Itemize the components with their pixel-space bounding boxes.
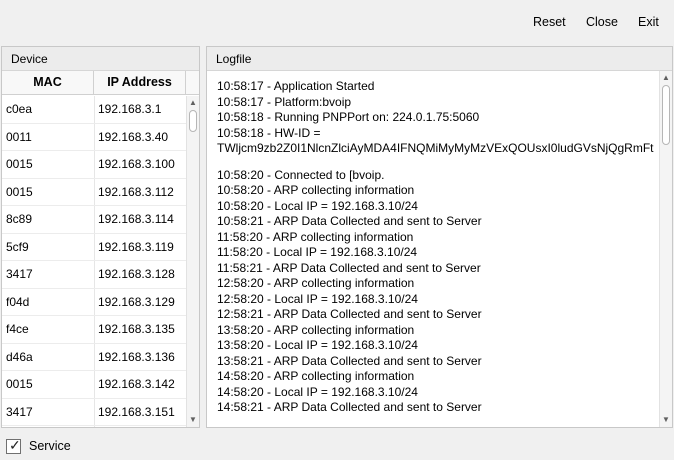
mac-cell: 8c89 — [6, 212, 33, 226]
log-line: 10:58:20 - ARP collecting information — [217, 183, 415, 197]
ip-cell: 192.168.3.119 — [98, 239, 174, 254]
ip-cell: 192.168.3.128 — [98, 267, 175, 281]
mac-cell: 0015 — [6, 377, 33, 391]
toolbar: Reset Close Exit — [0, 0, 674, 44]
mac-cell: f04d — [6, 294, 30, 309]
table-row[interactable]: f04d 192.168.3.129 — [2, 289, 186, 316]
scroll-down-icon[interactable]: ▼ — [187, 413, 199, 427]
log-line: 11:58:20 - ARP collecting information — [217, 229, 414, 244]
mac-cell: f4ce — [6, 322, 29, 336]
service-checkbox[interactable]: ✓ — [6, 436, 21, 454]
log-line: 10:58:17 - Application Started — [217, 79, 375, 93]
ip-cell: 192.168.3.114 — [98, 212, 174, 226]
log-line: 10:58:18 - Running PNPPort on: 224.0.1.7… — [217, 110, 480, 124]
log-line: 11:58:21 - ARP Data Collected and sent t… — [217, 260, 481, 275]
log-line: 14:58:20 - ARP collecting information — [217, 369, 415, 383]
table-row[interactable]: 5cf9 192.168.3.119 — [2, 234, 186, 261]
table-row[interactable]: 0015 192.168.3.100 — [2, 151, 186, 179]
log-line: 10:58:21 - ARP Data Collected and sent t… — [217, 214, 482, 228]
table-row[interactable]: 0015 192.168.3.142 — [2, 371, 186, 399]
ip-cell: 192.168.3.112 — [98, 184, 174, 199]
log-line: 13:58:20 - ARP collecting information — [217, 322, 415, 337]
table-row[interactable]: 0015 192.168.3.112 — [2, 179, 186, 206]
ip-cell: 192.168.3.136 — [98, 349, 175, 364]
log-line: 12:58:20 - Local IP = 192.168.3.10/24 — [217, 291, 418, 306]
mac-cell: 3417 — [6, 267, 33, 281]
reset-button[interactable]: Reset — [533, 15, 566, 29]
ip-cell: 192.168.3.129 — [98, 294, 175, 309]
log-line: 14:58:21 - ARP Data Collected and sent t… — [217, 400, 482, 414]
ip-column-header[interactable]: IP Address — [94, 71, 186, 95]
log-scroll-thumb[interactable] — [662, 85, 670, 145]
mac-cell: d46a — [6, 349, 33, 364]
log-line: 12:58:21 - ARP Data Collected and sent t… — [217, 307, 482, 321]
checkmark-icon: ✓ — [9, 436, 21, 453]
scroll-up-icon[interactable]: ▲ — [660, 71, 672, 85]
ip-cell: 192.168.3.1 — [98, 102, 162, 116]
mac-cell: 0011 — [6, 129, 32, 144]
table-row[interactable]: 3417 192.168.3.151 — [2, 399, 186, 426]
scroll-up-icon[interactable]: ▲ — [187, 96, 199, 110]
device-table-header: MAC IP Address — [2, 71, 199, 95]
ip-cell: 192.168.3.40 — [98, 129, 169, 144]
table-row[interactable]: 3417 192.168.3.128 — [2, 261, 186, 289]
logfile-panel: Logfile 10:58:17 - Application Started 10… — [206, 46, 673, 428]
scroll-down-icon[interactable]: ▼ — [660, 413, 672, 427]
log-text-area[interactable]: 10:58:17 - Application Started 10:58:17 -… — [217, 79, 657, 425]
mac-cell: 0015 — [6, 184, 33, 199]
log-line: 10:58:18 - HW-ID = — [217, 125, 321, 140]
mac-cell: 5cf9 — [6, 239, 29, 254]
mac-cell: 3417 — [6, 404, 33, 419]
mac-cell: 0015 — [6, 157, 33, 171]
mac-cell: c0ea — [6, 102, 33, 116]
log-line: 13:58:21 - ARP Data Collected and sent t… — [217, 353, 482, 368]
logfile-panel-title: Logfile — [207, 47, 672, 71]
device-panel-title: Device — [2, 47, 199, 71]
device-table-body: c0ea 192.168.3.1 0011 192.168.3.40 0015 192.1… — [2, 96, 186, 427]
log-line: 10:58:17 - Platform:bvoip — [217, 94, 352, 109]
log-line: TWljcm9zb2Z0I1NlcnZlciAyMDA4IFNQMiMyMyMz… — [217, 141, 654, 155]
table-row[interactable]: 8c89 192.168.3.114 — [2, 206, 186, 234]
ip-cell: 192.168.3.142 — [98, 377, 175, 391]
ip-cell: 192.168.3.135 — [98, 322, 175, 336]
device-panel: Device MAC IP Address c0ea 192.168.3.1 001… — [1, 46, 200, 428]
table-row[interactable]: 0011 192.168.3.40 — [2, 124, 186, 151]
log-scrollbar[interactable]: ▲ ▼ — [659, 71, 672, 427]
ip-cell: 192.168.3.100 — [98, 157, 175, 171]
table-row[interactable]: f4ce 192.168.3.135 — [2, 316, 186, 344]
service-checkbox-row[interactable]: ✓ Service — [6, 436, 71, 456]
device-scrollbar[interactable]: ▲ ▼ — [186, 96, 199, 427]
table-row[interactable]: c0ea 192.168.3.1 — [2, 96, 186, 124]
close-button[interactable]: Close — [586, 15, 618, 29]
device-scroll-thumb[interactable] — [189, 110, 197, 132]
ip-cell: 192.168.3.151 — [98, 404, 175, 419]
table-row[interactable]: d46a 192.168.3.136 — [2, 344, 186, 371]
service-label: Service — [29, 439, 71, 453]
log-line: 14:58:20 - Local IP = 192.168.3.10/24 — [217, 384, 418, 399]
log-line: 11:58:20 - Local IP = 192.168.3.10/24 — [217, 245, 418, 259]
log-line: 13:58:20 - Local IP = 192.168.3.10/24 — [217, 338, 418, 352]
log-line: 12:58:20 - ARP collecting information — [217, 276, 415, 290]
exit-button[interactable]: Exit — [638, 15, 659, 29]
log-line: 10:58:20 - Local IP = 192.168.3.10/24 — [217, 198, 418, 213]
log-line: 10:58:20 - Connected to [bvoip. — [217, 167, 385, 182]
mac-column-header[interactable]: MAC — [2, 71, 94, 95]
